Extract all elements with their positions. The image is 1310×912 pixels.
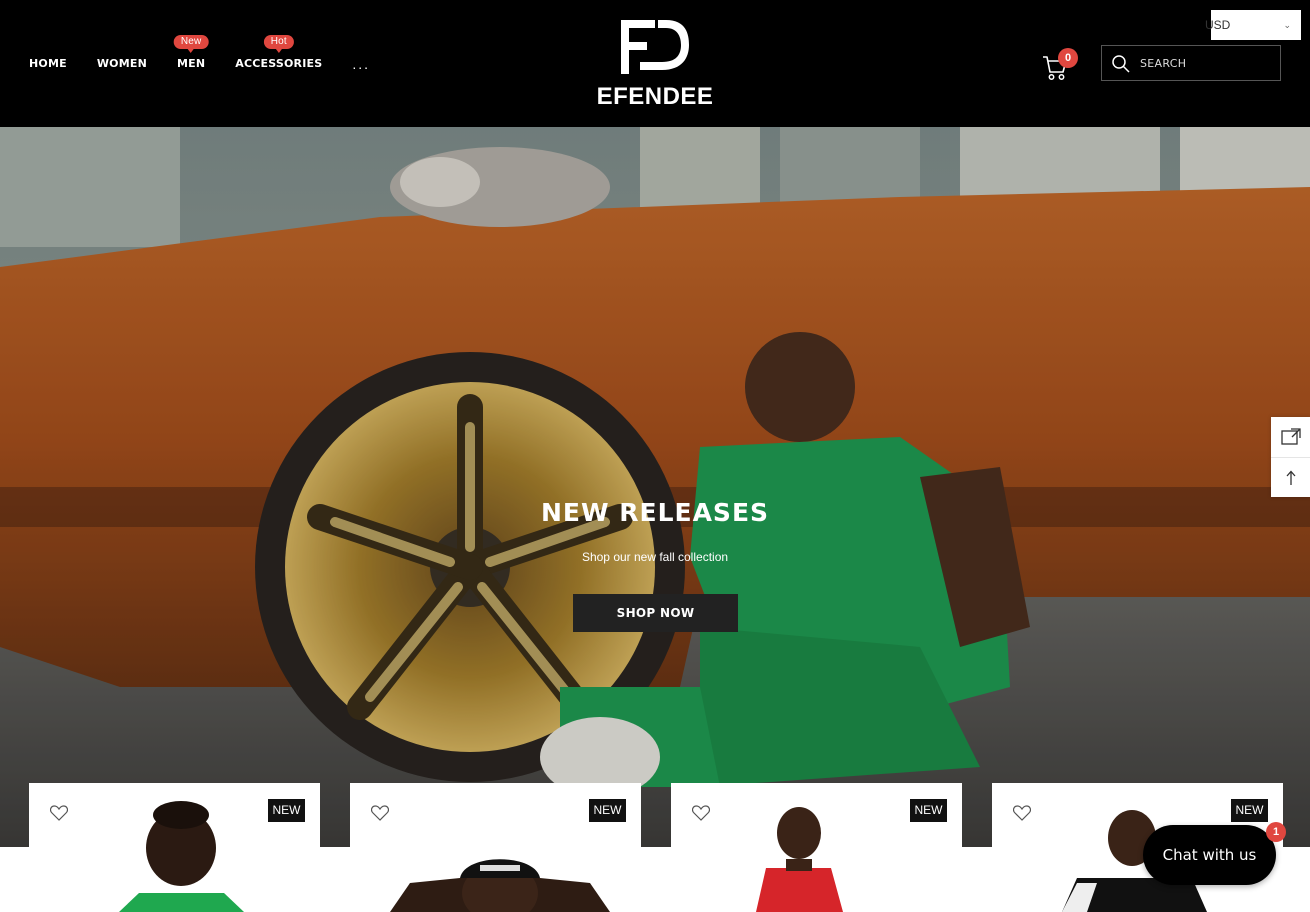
hero-subtitle: Shop our new fall collection <box>581 550 729 564</box>
hot-badge: Hot <box>263 35 294 53</box>
nav-item-label: MEN <box>176 57 206 70</box>
search-box[interactable] <box>1101 45 1281 81</box>
wishlist-heart-icon[interactable] <box>691 805 711 826</box>
wishlist-heart-icon[interactable] <box>49 805 69 826</box>
chat-button[interactable]: Chat with us <box>1143 825 1276 885</box>
chevron-down-icon: ⌄ <box>1283 20 1291 30</box>
cart-button[interactable]: 0 <box>1042 48 1082 82</box>
brand-logo[interactable]: EFENDEE <box>588 18 722 110</box>
product-card[interactable]: NEW <box>350 783 641 912</box>
new-badge: NEW <box>268 799 305 822</box>
hero-title: NEW RELEASES <box>540 498 770 527</box>
new-badge: New <box>173 35 209 53</box>
side-toolbar <box>1271 417 1310 497</box>
logo-mark-icon <box>621 20 689 74</box>
nav-item-label: ACCESSORIES <box>235 57 323 70</box>
shop-now-button[interactable]: SHOP NOW <box>573 594 738 632</box>
nav-item-label: WOMEN <box>96 57 147 70</box>
new-badge: NEW <box>589 799 626 822</box>
search-input[interactable] <box>1140 46 1275 80</box>
product-card[interactable]: NEW <box>671 783 962 912</box>
hero-banner: NEW RELEASES Shop our new fall collectio… <box>0 127 1310 847</box>
nav-item-men[interactable]: New MEN <box>173 35 209 72</box>
brand-name: EFENDEE <box>596 83 714 110</box>
site-header: HOME WOMEN New MEN Hot ACCESSORIES ... E… <box>0 0 1310 127</box>
nav-item-women[interactable]: WOMEN <box>97 56 147 72</box>
back-to-top-button[interactable] <box>1271 457 1310 497</box>
nav-item-label: HOME <box>29 57 67 70</box>
new-badge: NEW <box>910 799 947 822</box>
wishlist-heart-icon[interactable] <box>370 805 390 826</box>
main-nav: HOME WOMEN New MEN Hot ACCESSORIES ... <box>29 35 370 72</box>
search-icon[interactable] <box>1111 54 1131 74</box>
hero-image <box>0 127 1310 847</box>
arrow-up-icon <box>1286 470 1295 485</box>
expand-icon <box>1280 428 1301 445</box>
currency-value: USD <box>1205 18 1231 32</box>
nav-item-home[interactable]: HOME <box>29 56 67 72</box>
wishlist-heart-icon[interactable] <box>1012 805 1032 826</box>
chat-unread-badge: 1 <box>1266 822 1286 842</box>
nav-item-accessories[interactable]: Hot ACCESSORIES <box>235 35 323 72</box>
new-badge: NEW <box>1231 799 1268 822</box>
currency-select[interactable]: USD ⌄ <box>1205 10 1301 40</box>
compare-button[interactable] <box>1271 417 1310 457</box>
cart-count-badge: 0 <box>1058 48 1078 68</box>
product-card[interactable]: NEW <box>29 783 320 912</box>
nav-more-button[interactable]: ... <box>352 56 370 72</box>
